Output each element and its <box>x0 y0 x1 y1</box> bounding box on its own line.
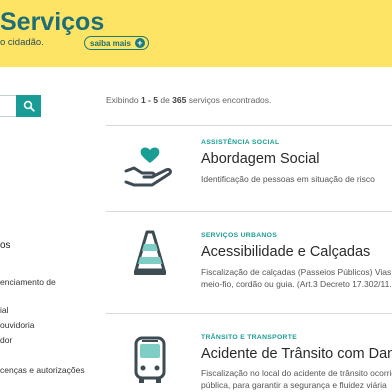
service-title[interactable]: Abordagem Social <box>201 151 320 167</box>
search-icon <box>23 100 35 112</box>
service-description: Fiscalização de calçadas (Passeios Públi… <box>201 267 392 289</box>
card-divider <box>106 313 392 314</box>
filter-item[interactable]: cenças e autorizações <box>0 365 85 375</box>
filter-item[interactable]: ial <box>0 305 9 315</box>
results-count: Exibindo 1 - 5 de 365 serviços encontrad… <box>106 95 272 105</box>
filter-item[interactable]: dor <box>0 335 12 345</box>
card-divider <box>106 125 392 126</box>
plus-icon: + <box>134 38 145 48</box>
filter-heading: os <box>0 240 11 251</box>
hand-heart-icon <box>124 147 172 187</box>
service-title[interactable]: Acessibilidade e Calçadas <box>201 244 370 260</box>
service-category: SERVIÇOS URBANOS <box>201 232 278 239</box>
traffic-cone-icon <box>134 230 166 275</box>
page-title: Serviços <box>0 8 105 36</box>
service-description: Identificação de pessoas em situação de … <box>201 174 375 184</box>
search-button[interactable] <box>16 95 41 117</box>
service-category: TRÂNSITO E TRANSPORTE <box>201 334 298 341</box>
filter-item[interactable]: enciamento de <box>0 277 56 287</box>
search-input[interactable] <box>0 95 16 117</box>
card-divider <box>106 211 392 212</box>
filter-item[interactable]: ouvidoria <box>0 320 35 330</box>
service-description: Fiscalização no local do acidente de trâ… <box>201 368 392 390</box>
hero-subtitle: o cidadão. <box>0 37 44 48</box>
saiba-mais-button[interactable]: saiba mais + <box>84 36 149 50</box>
service-category: ASSISTÊNCIA SOCIAL <box>201 139 280 146</box>
bus-icon <box>134 336 166 383</box>
service-title[interactable]: Acidente de Trânsito com Danos <box>201 346 392 362</box>
saiba-mais-label: saiba mais <box>90 38 131 48</box>
hero-banner: Serviços o cidadão. saiba mais + <box>0 0 392 67</box>
